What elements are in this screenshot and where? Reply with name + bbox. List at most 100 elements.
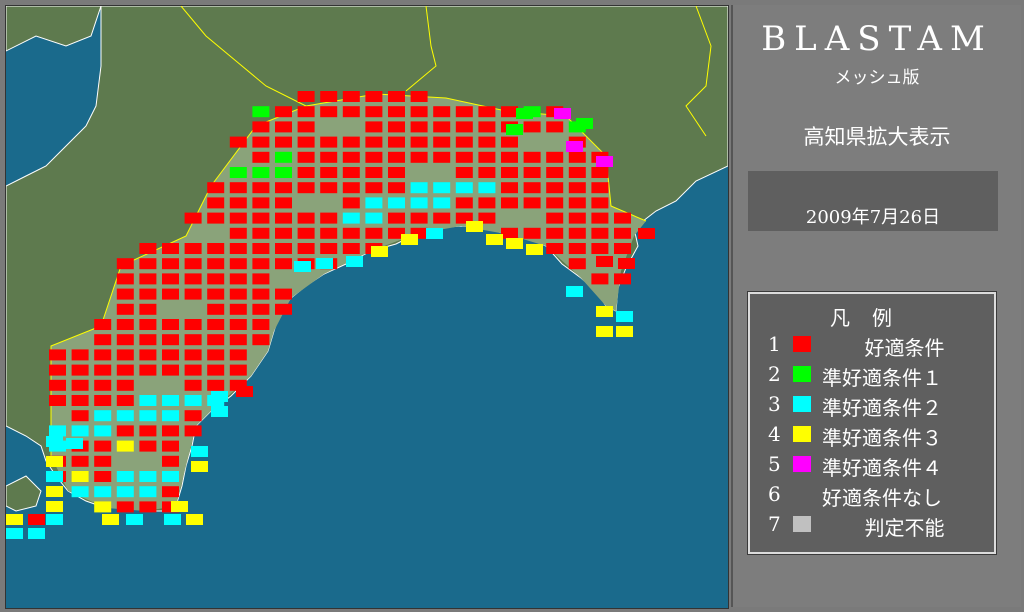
mesh-cell[interactable] <box>410 136 428 148</box>
mesh-cell[interactable] <box>365 212 383 224</box>
mesh-cell[interactable] <box>139 486 157 498</box>
mesh-cell[interactable] <box>252 106 270 118</box>
mesh-cell[interactable] <box>433 136 451 148</box>
mesh-cell[interactable] <box>207 288 225 300</box>
mesh-cell[interactable] <box>229 303 247 315</box>
mesh-cell[interactable] <box>371 246 388 257</box>
mesh-cell[interactable] <box>618 258 635 269</box>
mesh-cell[interactable] <box>365 91 383 102</box>
mesh-cell[interactable] <box>186 514 203 525</box>
mesh-cell[interactable] <box>71 395 89 406</box>
mesh-cell[interactable] <box>49 379 66 391</box>
mesh-cell[interactable] <box>342 243 360 254</box>
mesh-cell[interactable] <box>365 151 383 163</box>
mesh-cell[interactable] <box>566 286 583 297</box>
mesh-cell[interactable] <box>455 151 473 163</box>
mesh-cell[interactable] <box>94 410 112 422</box>
mesh-cell[interactable] <box>116 334 134 346</box>
mesh-cell[interactable] <box>591 243 609 254</box>
mesh-cell[interactable] <box>596 156 613 167</box>
mesh-cell[interactable] <box>546 197 564 209</box>
mesh-cell[interactable] <box>275 303 292 315</box>
mesh-cell[interactable] <box>252 197 270 209</box>
mesh-cell[interactable] <box>466 221 483 232</box>
mesh-cell[interactable] <box>94 425 112 437</box>
mesh-cell[interactable] <box>568 227 586 239</box>
mesh-cell[interactable] <box>576 118 593 129</box>
mesh-cell[interactable] <box>162 349 179 361</box>
mesh-cell[interactable] <box>116 273 134 285</box>
mesh-cell[interactable] <box>388 212 405 224</box>
mesh-cell[interactable] <box>410 91 428 102</box>
mesh-cell[interactable] <box>342 136 360 148</box>
mesh-cell[interactable] <box>410 151 428 163</box>
mesh-cell[interactable] <box>546 182 564 194</box>
mesh-cell[interactable] <box>229 243 247 254</box>
mesh-cell[interactable] <box>478 151 496 163</box>
mesh-cell[interactable] <box>139 349 157 361</box>
mesh-cell[interactable] <box>184 319 202 330</box>
mesh-cell[interactable] <box>546 212 564 224</box>
mesh-cell[interactable] <box>297 106 315 118</box>
mesh-cell[interactable] <box>116 471 134 482</box>
mesh-cell[interactable] <box>501 197 518 209</box>
mesh-cell[interactable] <box>71 410 89 422</box>
mesh-cell[interactable] <box>139 410 157 422</box>
mesh-cell[interactable] <box>162 455 179 467</box>
mesh-cell[interactable] <box>320 212 338 224</box>
mesh-cell[interactable] <box>116 258 134 270</box>
mesh-cell[interactable] <box>478 167 496 178</box>
mesh-cell[interactable] <box>297 167 315 178</box>
mesh-cell[interactable] <box>46 471 63 482</box>
mesh-cell[interactable] <box>252 243 270 254</box>
mesh-cell[interactable] <box>297 136 315 148</box>
mesh-cell[interactable] <box>554 108 571 119</box>
mesh-cell[interactable] <box>229 334 247 346</box>
mesh-cell[interactable] <box>94 440 112 452</box>
mesh-cell[interactable] <box>71 455 89 467</box>
mesh-cell[interactable] <box>506 238 523 249</box>
mesh-cell[interactable] <box>71 486 89 498</box>
mesh-cell[interactable] <box>116 349 134 361</box>
mesh-cell[interactable] <box>6 528 23 539</box>
mesh-cell[interactable] <box>455 197 473 209</box>
mesh-cell[interactable] <box>49 349 66 361</box>
mesh-cell[interactable] <box>320 91 338 102</box>
mesh-cell[interactable] <box>184 364 202 376</box>
mesh-cell[interactable] <box>139 440 157 452</box>
mesh-cell[interactable] <box>455 182 473 194</box>
mesh-cell[interactable] <box>478 182 496 194</box>
mesh-cell[interactable] <box>162 258 179 270</box>
mesh-cell[interactable] <box>126 514 143 525</box>
mesh-cell[interactable] <box>162 364 179 376</box>
mesh-cell[interactable] <box>207 212 225 224</box>
mesh-cell[interactable] <box>162 288 179 300</box>
mesh-cell[interactable] <box>501 106 518 118</box>
mesh-cell[interactable] <box>171 501 188 512</box>
mesh-cell[interactable] <box>252 319 270 330</box>
mesh-cell[interactable] <box>297 151 315 163</box>
mesh-cell[interactable] <box>162 243 179 254</box>
mesh-cell[interactable] <box>297 121 315 133</box>
mesh-cell[interactable] <box>501 167 518 178</box>
mesh-cell[interactable] <box>526 244 543 255</box>
mesh-cell[interactable] <box>365 106 383 118</box>
mesh-cell[interactable] <box>616 311 633 322</box>
mesh-cell[interactable] <box>388 167 405 178</box>
mesh-cell[interactable] <box>433 151 451 163</box>
mesh-cell[interactable] <box>66 438 83 449</box>
mesh-cell[interactable] <box>342 91 360 102</box>
mesh-cell[interactable] <box>297 212 315 224</box>
mesh-cell[interactable] <box>401 234 418 245</box>
mesh-cell[interactable] <box>342 106 360 118</box>
mesh-cell[interactable] <box>523 227 541 239</box>
mesh-cell[interactable] <box>410 182 428 194</box>
mesh-cell[interactable] <box>478 197 496 209</box>
mesh-cell[interactable] <box>162 273 179 285</box>
mesh-cell[interactable] <box>252 136 270 148</box>
mesh-cell[interactable] <box>388 121 405 133</box>
mesh-cell[interactable] <box>478 136 496 148</box>
mesh-cell[interactable] <box>116 410 134 422</box>
mesh-cell[interactable] <box>516 108 533 119</box>
mesh-cell[interactable] <box>207 197 225 209</box>
